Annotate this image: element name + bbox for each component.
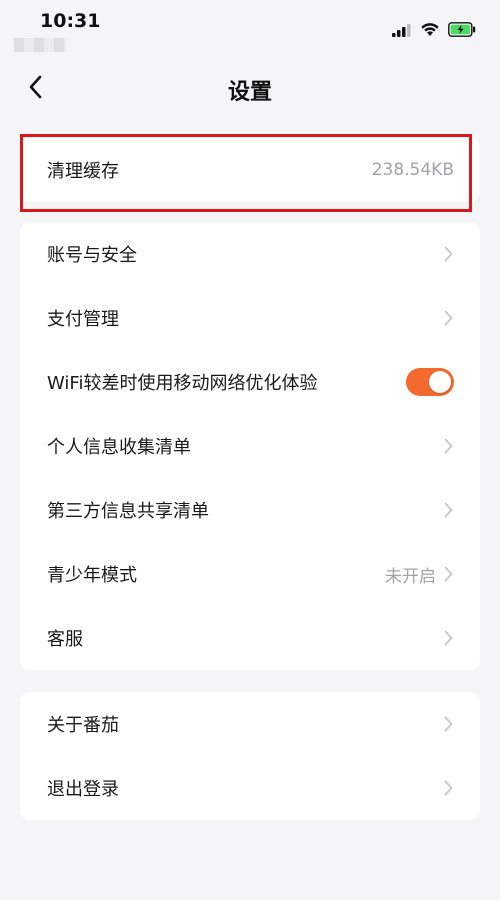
bottom-group: 关于番茄 退出登录 bbox=[20, 692, 480, 820]
nav-bar: 设置 bbox=[0, 62, 500, 116]
toggle-knob bbox=[429, 371, 451, 393]
teen-mode-status: 未开启 bbox=[385, 566, 436, 587]
row-label: 账号与安全 bbox=[47, 245, 137, 266]
clear-cache-label: 清理缓存 bbox=[47, 161, 119, 182]
chevron-right-icon bbox=[442, 245, 454, 263]
third-party-sharing-row[interactable]: 第三方信息共享清单 bbox=[20, 478, 480, 542]
clear-cache-row[interactable]: 清理缓存 238.54KB bbox=[20, 138, 480, 202]
customer-service-row[interactable]: 客服 bbox=[20, 606, 480, 670]
row-label: 关于番茄 bbox=[47, 715, 119, 736]
row-label: 个人信息收集清单 bbox=[47, 437, 191, 458]
cache-card: 清理缓存 238.54KB bbox=[20, 138, 480, 202]
about-row[interactable]: 关于番茄 bbox=[20, 692, 480, 756]
settings-group: 账号与安全 支付管理 WiFi较差时使用移动网络优化体验 个人信息收集清单 第三… bbox=[20, 222, 480, 670]
chevron-right-icon bbox=[442, 715, 454, 733]
row-label: 支付管理 bbox=[47, 309, 119, 330]
row-label: 客服 bbox=[47, 629, 83, 650]
status-bar: 10:31 bbox=[0, 0, 500, 52]
blurred-carrier-text bbox=[14, 38, 66, 52]
payment-management-row[interactable]: 支付管理 bbox=[20, 286, 480, 350]
cellular-signal-icon bbox=[392, 22, 412, 41]
wifi-optimization-row: WiFi较差时使用移动网络优化体验 bbox=[20, 350, 480, 414]
chevron-right-icon bbox=[442, 779, 454, 797]
status-time: 10:31 bbox=[40, 10, 101, 32]
chevron-right-icon bbox=[442, 629, 454, 647]
row-label: 青少年模式 bbox=[47, 565, 137, 586]
personal-info-list-row[interactable]: 个人信息收集清单 bbox=[20, 414, 480, 478]
row-label: WiFi较差时使用移动网络优化体验 bbox=[47, 373, 318, 394]
status-icons bbox=[392, 21, 476, 41]
row-label: 退出登录 bbox=[47, 779, 119, 800]
wifi-optimization-toggle[interactable] bbox=[406, 368, 454, 396]
chevron-right-icon bbox=[442, 565, 454, 583]
page-title: 设置 bbox=[227, 80, 272, 105]
chevron-right-icon bbox=[442, 501, 454, 519]
logout-row[interactable]: 退出登录 bbox=[20, 756, 480, 820]
chevron-right-icon bbox=[442, 437, 454, 455]
cache-size-value: 238.54KB bbox=[371, 160, 454, 180]
wifi-icon bbox=[420, 22, 440, 41]
battery-charging-icon bbox=[448, 21, 476, 41]
row-label: 第三方信息共享清单 bbox=[47, 501, 209, 522]
account-security-row[interactable]: 账号与安全 bbox=[20, 222, 480, 286]
chevron-right-icon bbox=[442, 309, 454, 327]
teen-mode-row[interactable]: 青少年模式 未开启 bbox=[20, 542, 480, 606]
